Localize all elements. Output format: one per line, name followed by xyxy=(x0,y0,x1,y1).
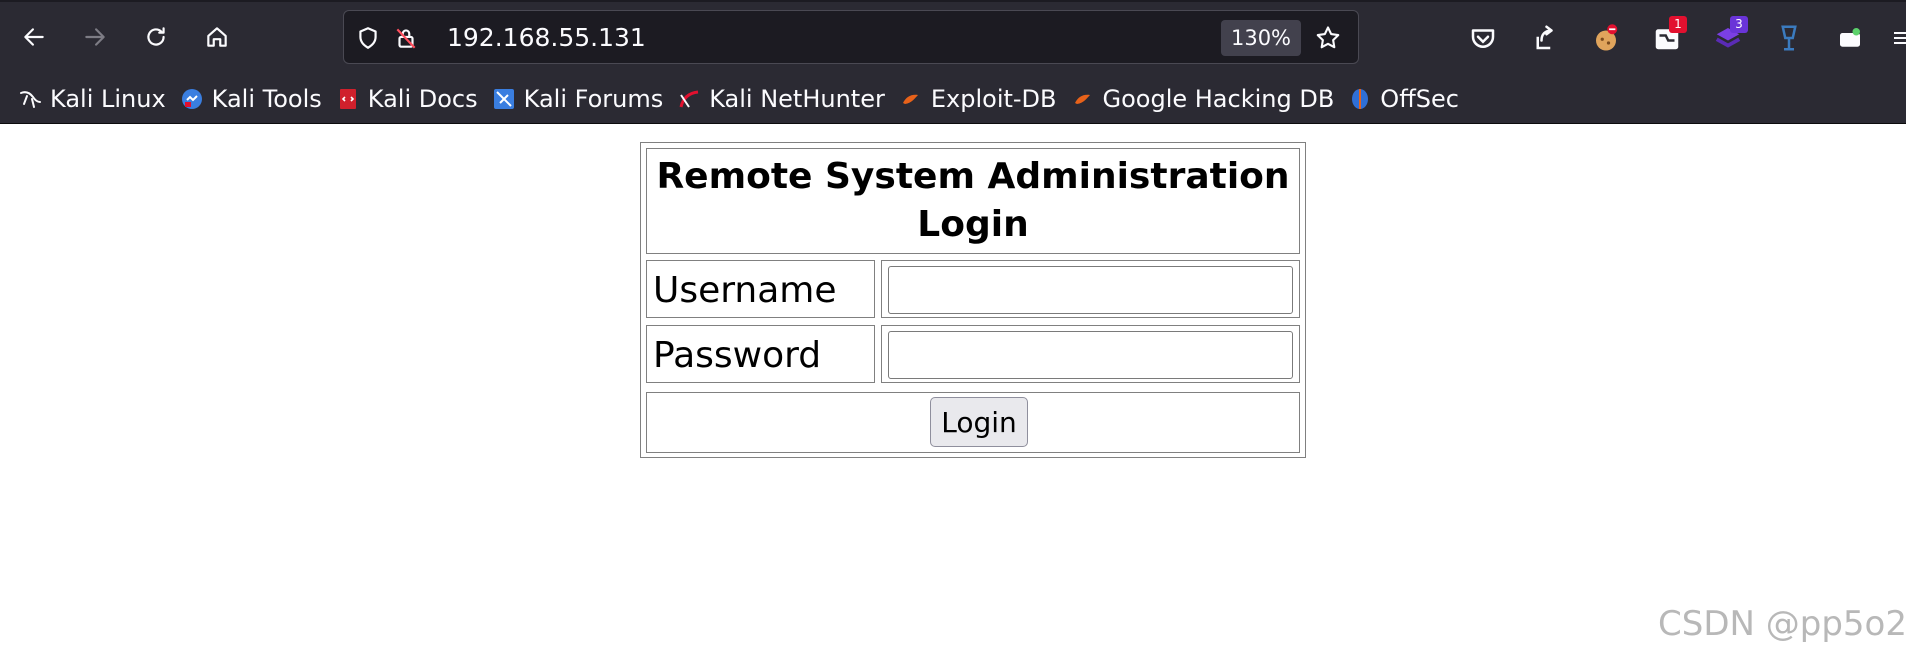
bookmark-label: OffSec xyxy=(1380,84,1459,113)
bookmark-label: Kali Forums xyxy=(523,84,664,113)
purple-extension-badge: 3 xyxy=(1730,16,1748,33)
tracking-protection-shield-icon[interactable] xyxy=(354,24,382,52)
bookmark-label: Kali Linux xyxy=(50,84,166,113)
exploit-db-icon xyxy=(899,87,923,111)
insecure-lock-icon[interactable] xyxy=(392,24,420,52)
watermark: CSDN @pp5o2 xyxy=(1658,604,1906,644)
pocket-icon[interactable] xyxy=(1463,18,1503,58)
browser-toolbar: 192.168.55.131 130% 1 3 xyxy=(0,0,1906,74)
bookmark-label: Kali Tools xyxy=(211,84,322,113)
bookmark-kali-tools[interactable]: Kali Tools xyxy=(174,79,330,119)
username-input[interactable] xyxy=(888,266,1293,314)
kali-dragon-icon xyxy=(18,87,42,111)
kali-docs-icon xyxy=(336,87,360,111)
password-input[interactable] xyxy=(888,331,1293,379)
password-label: Password xyxy=(653,335,822,376)
home-icon xyxy=(207,27,227,47)
bookmark-google-hacking-db[interactable]: Google Hacking DB xyxy=(1065,79,1343,119)
bookmark-label: Kali Docs xyxy=(367,84,478,113)
extensions-puzzle-icon[interactable] xyxy=(1830,18,1870,58)
bookmark-label: Google Hacking DB xyxy=(1102,84,1335,113)
bookmark-star-icon[interactable] xyxy=(1314,24,1342,52)
nethunter-icon xyxy=(677,87,701,111)
kali-forums-icon xyxy=(492,87,516,111)
kali-tools-icon xyxy=(180,87,204,111)
username-label: Username xyxy=(653,270,837,311)
tab-strip-edge xyxy=(0,0,1906,2)
arrow-right-icon xyxy=(85,28,105,46)
bookmarks-toolbar: Kali Linux Kali Tools Kali Docs Kali For… xyxy=(0,74,1906,124)
purple-extension-icon[interactable]: 3 xyxy=(1708,16,1748,58)
bookmark-exploit-db[interactable]: Exploit-DB xyxy=(893,79,1065,119)
url-bar[interactable]: 192.168.55.131 130% xyxy=(343,10,1359,64)
password-input-cell xyxy=(881,325,1300,383)
back-button[interactable] xyxy=(15,18,53,56)
bookmark-kali-linux[interactable]: Kali Linux xyxy=(12,79,174,119)
ublock-extension-icon[interactable]: 1 xyxy=(1647,16,1687,58)
app-menu-icon[interactable] xyxy=(1890,18,1906,58)
username-input-cell xyxy=(881,260,1300,318)
reload-button[interactable] xyxy=(137,18,175,56)
offsec-icon xyxy=(1348,87,1372,111)
foxyproxy-extension-icon[interactable] xyxy=(1769,18,1809,58)
cookie-extension-icon[interactable] xyxy=(1586,18,1626,58)
password-label-cell: Password xyxy=(646,325,875,383)
username-label-cell: Username xyxy=(646,260,875,318)
login-title-cell: Remote System Administration Login xyxy=(646,148,1300,254)
login-button[interactable]: Login xyxy=(930,397,1028,447)
zoom-level-badge[interactable]: 130% xyxy=(1221,20,1301,56)
reload-icon xyxy=(147,27,165,46)
page-title: Remote System Administration Login xyxy=(656,156,1290,245)
home-button[interactable] xyxy=(198,18,236,56)
bookmark-offsec[interactable]: OffSec xyxy=(1342,79,1467,119)
login-form-table: Remote System Administration Login Usern… xyxy=(640,142,1306,458)
share-icon[interactable] xyxy=(1524,18,1564,58)
bookmark-kali-nethunter[interactable]: Kali NetHunter xyxy=(671,79,893,119)
ublock-count-badge: 1 xyxy=(1669,16,1687,33)
ghdb-icon xyxy=(1071,87,1095,111)
bookmark-kali-docs[interactable]: Kali Docs xyxy=(330,79,486,119)
url-text[interactable]: 192.168.55.131 xyxy=(447,24,646,52)
arrow-left-icon xyxy=(24,28,44,46)
forward-button[interactable] xyxy=(76,18,114,56)
bookmark-label: Exploit-DB xyxy=(930,84,1057,113)
bookmark-kali-forums[interactable]: Kali Forums xyxy=(486,79,672,119)
login-button-cell: Login xyxy=(646,392,1300,453)
bookmark-label: Kali NetHunter xyxy=(709,84,885,113)
